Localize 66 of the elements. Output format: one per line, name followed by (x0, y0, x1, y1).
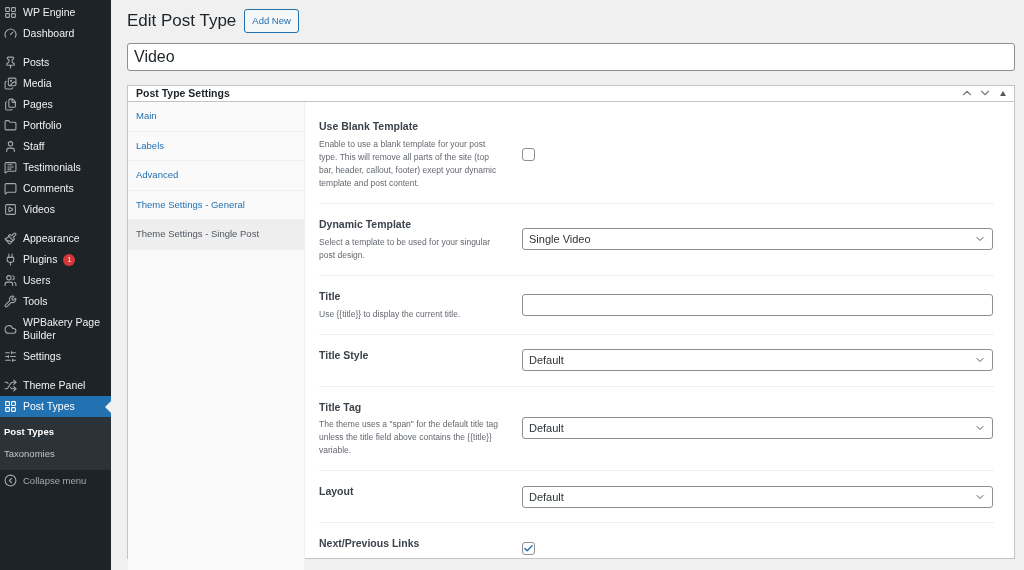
menu-icon (4, 203, 17, 216)
page-title: Edit Post Type (127, 10, 237, 32)
menu-item[interactable]: Tools (0, 291, 111, 312)
menu-item[interactable]: WPBakery Page Builder (0, 312, 111, 346)
menu-item[interactable]: Settings (0, 346, 111, 367)
field-description: Enable to use a blank template for your post type. This will remove all parts of the site (top bar, header, callout, footer) exept your dynamic template and post content. (319, 138, 498, 190)
select-field[interactable]: Single Video (522, 228, 993, 251)
submenu-item[interactable]: Post Types (0, 421, 111, 444)
menu-icon (4, 295, 17, 308)
menu-icon (4, 6, 17, 19)
menu-item[interactable]: Pages (0, 94, 111, 115)
menu-item[interactable]: Staff (0, 136, 111, 157)
menu-icon (4, 232, 17, 245)
settings-tab[interactable]: Theme Settings - Single Post (128, 220, 304, 250)
select-field[interactable]: Default (522, 349, 993, 371)
collapse-panel-icon[interactable] (1000, 90, 1006, 96)
checkbox[interactable] (522, 542, 535, 556)
field-label: Title Style (319, 347, 370, 363)
field-label: Dynamic Template (319, 217, 412, 232)
menu-item[interactable]: Media (0, 73, 111, 94)
input-field[interactable] (522, 293, 993, 316)
menu-icon (4, 253, 17, 266)
post-title-field[interactable]: Video (127, 42, 1015, 71)
collapse-icon (4, 474, 17, 488)
submenu-item[interactable]: Taxonomies (0, 443, 111, 466)
settings-tab[interactable]: Main (128, 102, 304, 132)
menu-item[interactable]: Users (0, 270, 111, 291)
field-description: The theme uses a "span" for the default title tag unless the title field above contains the {{title}} variable. (319, 418, 499, 458)
menu-icon (4, 140, 17, 153)
settings-tab[interactable]: Labels (128, 131, 304, 162)
menu-item[interactable]: Testimonials (0, 157, 111, 178)
field-label: Layout (319, 484, 355, 500)
checkbox[interactable] (522, 148, 535, 162)
add-new-button[interactable]: Add New (244, 8, 299, 33)
menu-icon (4, 182, 17, 195)
menu-icon (4, 119, 17, 132)
menu-item[interactable]: Theme Panel (0, 375, 111, 396)
field-label: Title Tag (319, 399, 363, 415)
menu-item[interactable]: Comments (0, 178, 111, 199)
menu-item[interactable]: Posts (0, 52, 111, 73)
menu-icon (4, 56, 17, 69)
menu-icon (4, 77, 17, 90)
field-label: Title (319, 288, 342, 304)
settings-tab[interactable]: Advanced (128, 161, 304, 191)
menu-icon (4, 350, 17, 363)
panel-title: Post Type Settings (136, 85, 230, 101)
menu-item[interactable]: Dashboard (0, 23, 111, 44)
select-field[interactable]: Default (522, 485, 993, 508)
field-description: Select a template to be used for your singular post design. (319, 235, 492, 262)
menu-icon (4, 400, 17, 413)
menu-item[interactable]: Appearance (0, 228, 111, 249)
menu-icon (4, 98, 17, 111)
field-label: Use Blank Template (319, 119, 419, 135)
field-description: Use {{title}} to display the current title. (319, 307, 462, 321)
menu-icon (4, 379, 17, 392)
menu-icon (4, 322, 17, 336)
select-field[interactable]: Default (522, 417, 993, 440)
field-label: Next/Previous Links (319, 536, 421, 552)
menu-icon (4, 161, 17, 174)
collapse-menu-link[interactable]: Collapse menu (23, 473, 87, 488)
menu-icon (4, 274, 17, 287)
menu-item[interactable]: Portfolio (0, 115, 111, 136)
menu-item[interactable]: Post Types (0, 396, 111, 417)
menu-icon (4, 27, 17, 40)
menu-item[interactable]: Videos (0, 199, 111, 220)
menu-item[interactable]: WP Engine (0, 2, 111, 23)
